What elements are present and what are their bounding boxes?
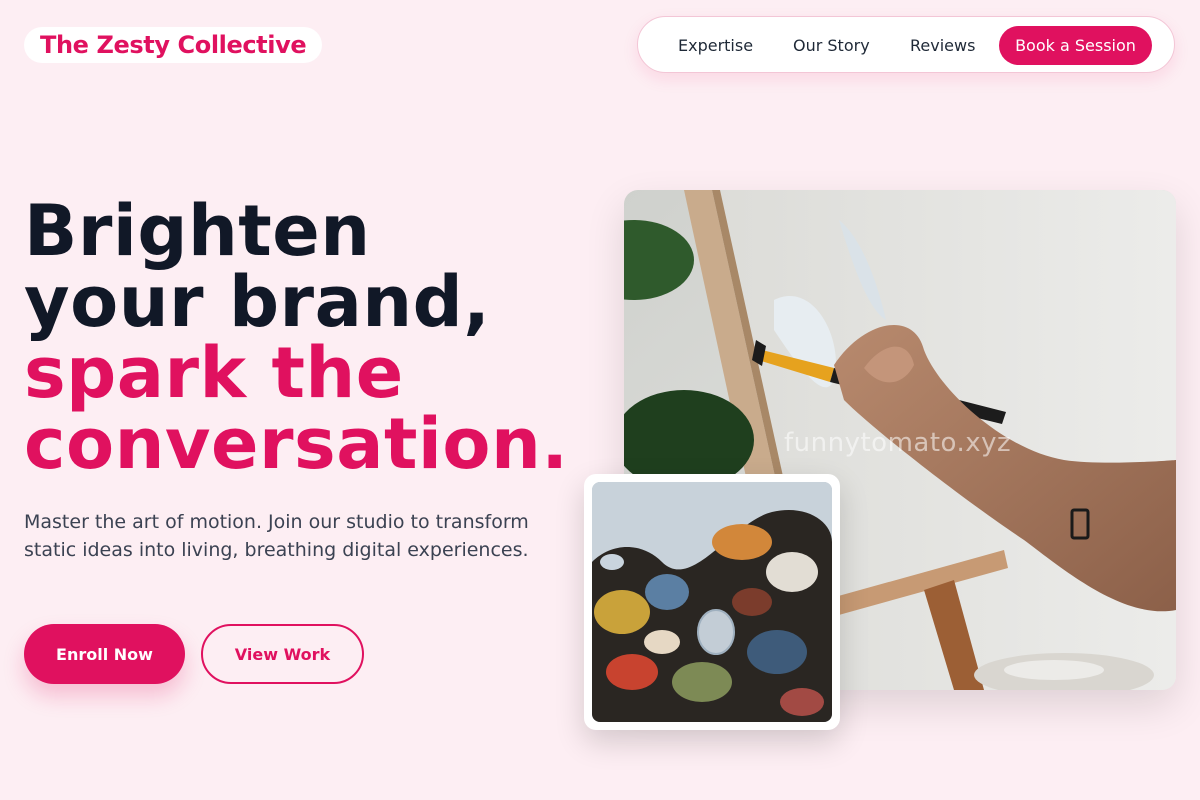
book-session-button[interactable]: Book a Session	[999, 26, 1152, 65]
brand-name: The Zesty Collective	[40, 31, 307, 59]
headline-line-1: Brighten	[24, 190, 371, 272]
image-watermark: funnytomato.xyz	[784, 428, 1012, 458]
palette-illustration	[592, 482, 832, 722]
hero-headline: Brighten your brand, spark the conversat…	[24, 196, 624, 480]
headline-line-2: your brand,	[24, 261, 491, 343]
brand-logo[interactable]: The Zesty Collective	[24, 27, 323, 63]
top-navigation: Expertise Our Story Reviews Book a Sessi…	[637, 16, 1175, 73]
nav-link-expertise[interactable]: Expertise	[678, 17, 753, 74]
hero-description: Master the art of motion. Join our studi…	[24, 511, 529, 561]
headline-accent-line-2: conversation.	[24, 403, 569, 485]
paint-palette-photo-card	[584, 474, 840, 730]
nav-link-reviews[interactable]: Reviews	[910, 17, 975, 74]
view-work-button[interactable]: View Work	[201, 624, 364, 684]
nav-link-our-story[interactable]: Our Story	[793, 17, 870, 74]
headline-accent-line-1: spark the	[24, 332, 404, 414]
landing-page: The Zesty Collective Expertise Our Story…	[0, 0, 1200, 800]
enroll-now-button[interactable]: Enroll Now	[24, 624, 185, 684]
paint-palette-photo	[592, 482, 832, 722]
